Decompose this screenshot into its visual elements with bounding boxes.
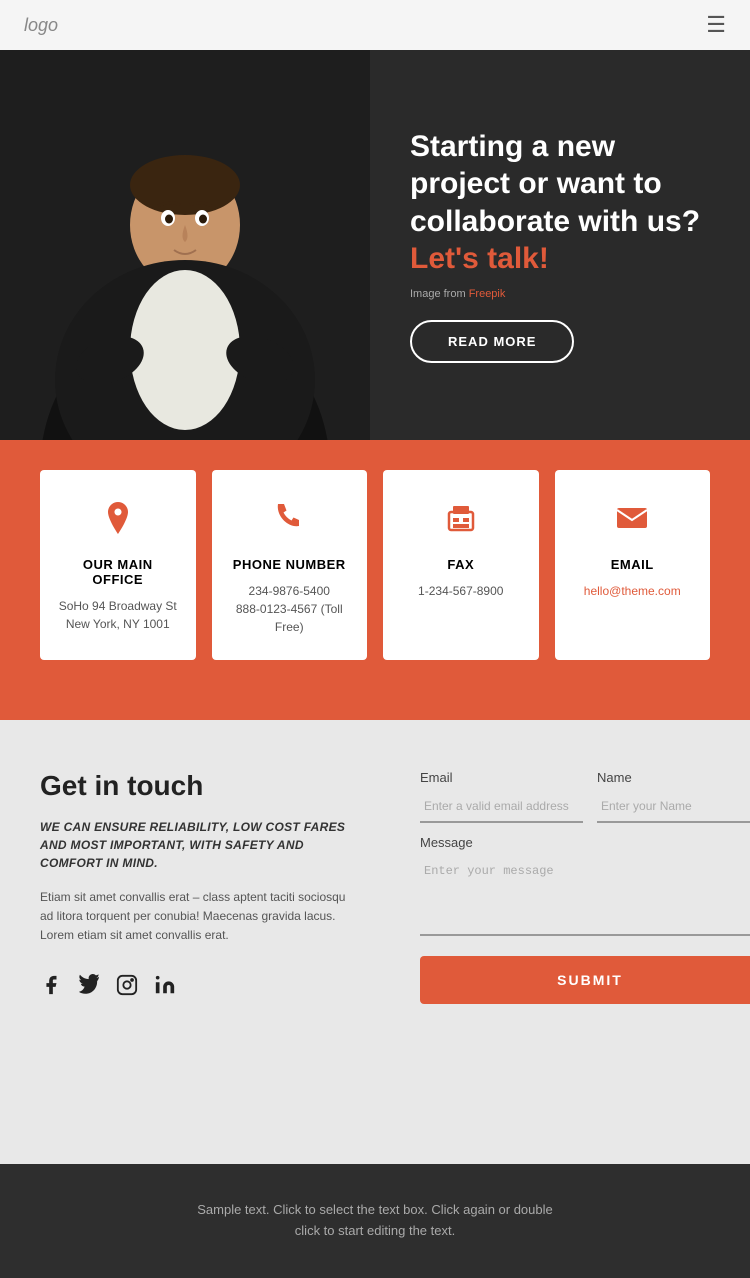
contact-section: Get in touch WE CAN ENSURE RELIABILITY, … [0,720,750,1044]
location-icon [56,500,180,545]
section-subtitle: WE CAN ENSURE RELIABILITY, LOW COST FARE… [40,818,360,872]
message-label: Message [420,835,750,850]
facebook-icon[interactable] [40,974,62,1002]
hamburger-menu-icon[interactable]: ☰ [706,12,726,38]
hero-content: Starting a new project or want to collab… [370,98,750,393]
email-group: Email [420,770,583,823]
email-card: EMAIL hello@theme.com [555,470,711,660]
freepik-link[interactable]: Freepik [469,288,506,300]
email-card-title: EMAIL [571,557,695,572]
office-card: OUR MAIN OFFICE SoHo 94 Broadway St New … [40,470,196,660]
contact-form: Email Name Message SUBMIT [420,770,750,1004]
read-more-button[interactable]: READ MORE [410,320,574,363]
name-input[interactable] [597,791,750,823]
cards-banner: OUR MAIN OFFICE SoHo 94 Broadway St New … [0,440,750,720]
site-footer: Sample text. Click to select the text bo… [0,1164,750,1278]
linkedin-icon[interactable] [154,974,176,1002]
logo: logo [24,15,58,36]
phone-card-info: 234-9876-5400888-0123-4567 (Toll Free) [228,582,352,636]
contact-cards-row: OUR MAIN OFFICE SoHo 94 Broadway St New … [40,470,710,660]
twitter-icon[interactable] [78,974,100,1002]
message-textarea[interactable] [420,856,750,936]
email-label: Email [420,770,583,785]
message-group: Message [420,835,750,936]
email-icon [571,500,695,545]
office-card-info: SoHo 94 Broadway St New York, NY 1001 [56,597,180,633]
site-header: logo ☰ [0,0,750,50]
name-label: Name [597,770,750,785]
office-card-title: OUR MAIN OFFICE [56,557,180,587]
contact-left: Get in touch WE CAN ENSURE RELIABILITY, … [40,770,360,1004]
phone-icon [228,500,352,545]
fax-card-title: FAX [399,557,523,572]
spacer [0,1044,750,1164]
email-input[interactable] [420,791,583,823]
fax-card: FAX 1-234-567-8900 [383,470,539,660]
section-title: Get in touch [40,770,360,802]
instagram-icon[interactable] [116,974,138,1002]
hero-image [0,50,370,440]
phone-card-title: PHONE NUMBER [228,557,352,572]
hero-title: Starting a new project or want to collab… [410,128,710,278]
footer-text: Sample text. Click to select the text bo… [40,1200,710,1242]
submit-button[interactable]: SUBMIT [420,956,750,1004]
fax-icon [399,500,523,545]
email-card-info: hello@theme.com [571,582,695,600]
phone-card: PHONE NUMBER 234-9876-5400888-0123-4567 … [212,470,368,660]
email-link[interactable]: hello@theme.com [584,584,681,598]
image-credit: Image from Freepik [410,288,710,300]
social-icons-row [40,974,360,1002]
section-body: Etiam sit amet convallis erat – class ap… [40,888,360,946]
name-group: Name [597,770,750,823]
fax-card-info: 1-234-567-8900 [399,582,523,600]
hero-section: Starting a new project or want to collab… [0,50,750,440]
hero-person-svg [0,50,370,440]
form-row-email-name: Email Name [420,770,750,823]
